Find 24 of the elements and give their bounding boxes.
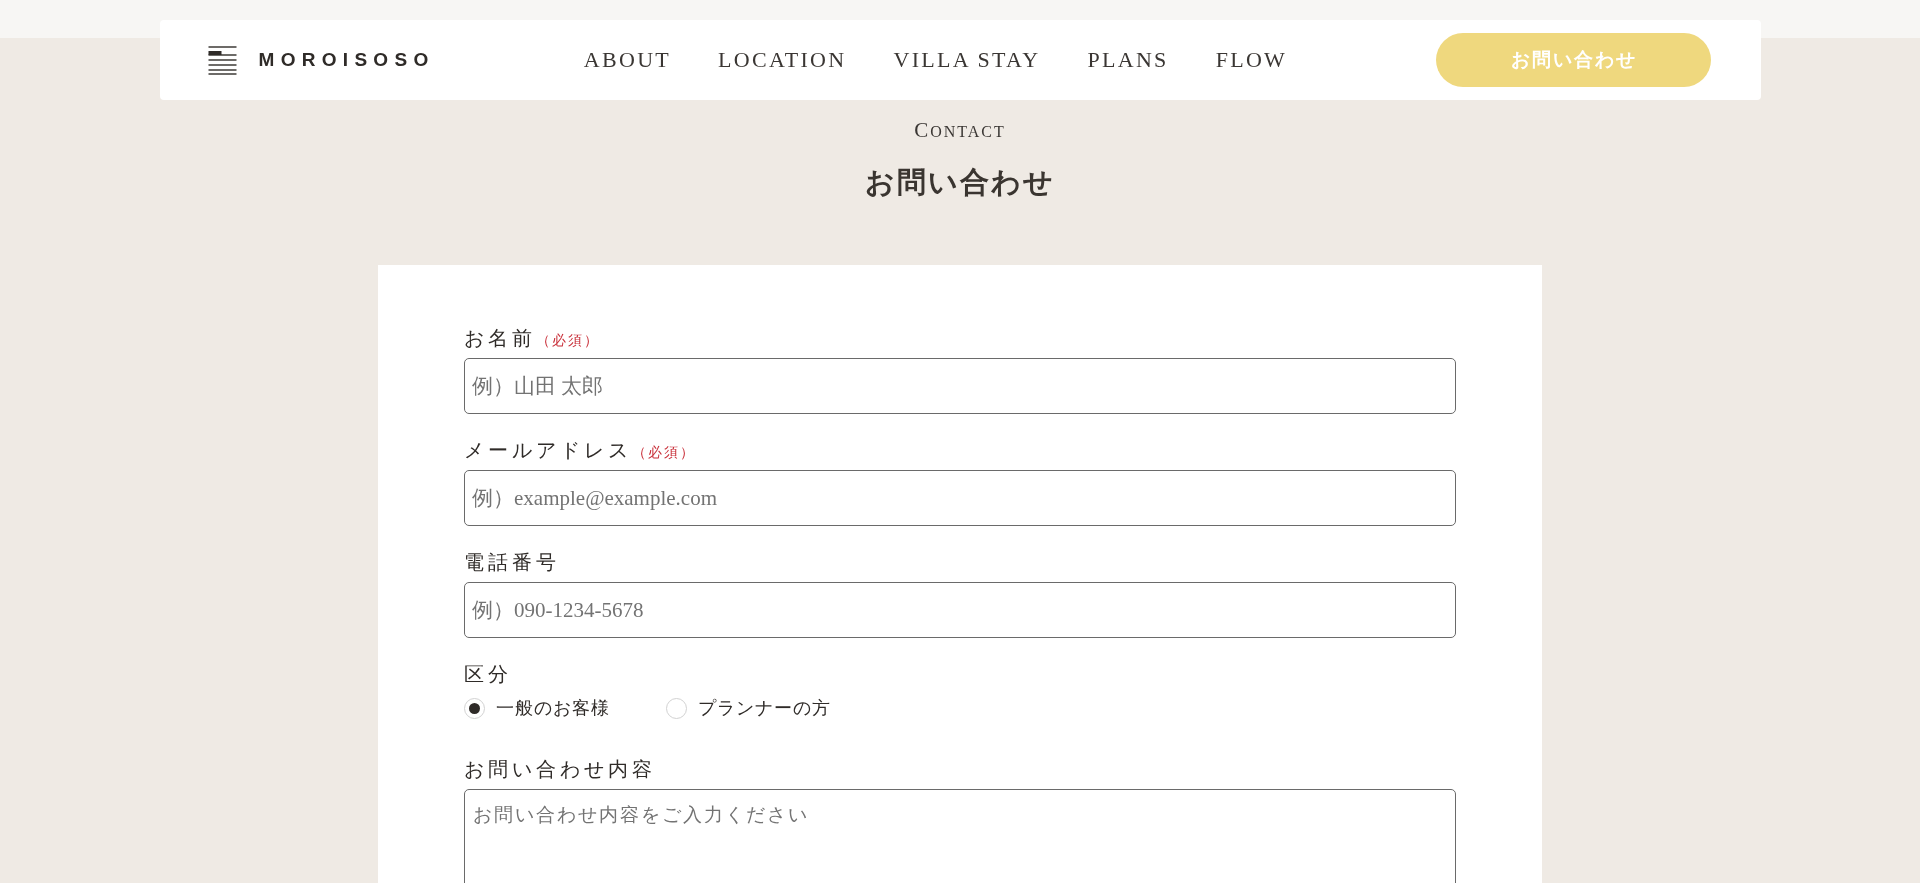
field-label: メールアドレス bbox=[464, 438, 632, 462]
page-heading: お問い合わせ bbox=[865, 164, 1055, 201]
required-note: （必須） bbox=[632, 444, 696, 462]
field-label: 区分 bbox=[464, 662, 512, 686]
radio-option-label[interactable]: プランナーの方 bbox=[698, 696, 831, 720]
text-input-field[interactable]: 例）090-1234-5678 bbox=[464, 582, 1456, 638]
field-label: お名前 bbox=[464, 326, 536, 350]
message-textarea[interactable]: お問い合わせ内容をご入力ください bbox=[464, 789, 1456, 883]
text-input-field[interactable]: 例）山田 太郎 bbox=[464, 358, 1456, 414]
text-input-field[interactable]: 例）example@example.com bbox=[464, 470, 1456, 526]
menu-icon[interactable] bbox=[207, 45, 237, 75]
site-logo[interactable]: MOROISOSO bbox=[258, 49, 435, 71]
required-note: （必須） bbox=[536, 332, 600, 350]
section-eyebrow: CONTACT bbox=[914, 117, 1006, 144]
radio-option-label[interactable]: 一般のお客様 bbox=[496, 696, 610, 720]
field-label: お問い合わせ内容 bbox=[464, 757, 656, 781]
nav-link[interactable]: FLOW bbox=[1215, 47, 1288, 73]
field-label: 電話番号 bbox=[464, 550, 560, 574]
nav-link[interactable]: LOCATION bbox=[718, 47, 847, 73]
nav-link[interactable]: ABOUT bbox=[583, 47, 672, 73]
nav-link[interactable]: VILLA STAY bbox=[893, 47, 1041, 73]
nav-link[interactable]: PLANS bbox=[1087, 47, 1169, 73]
radio-button[interactable] bbox=[666, 697, 687, 719]
radio-button[interactable] bbox=[464, 697, 485, 719]
